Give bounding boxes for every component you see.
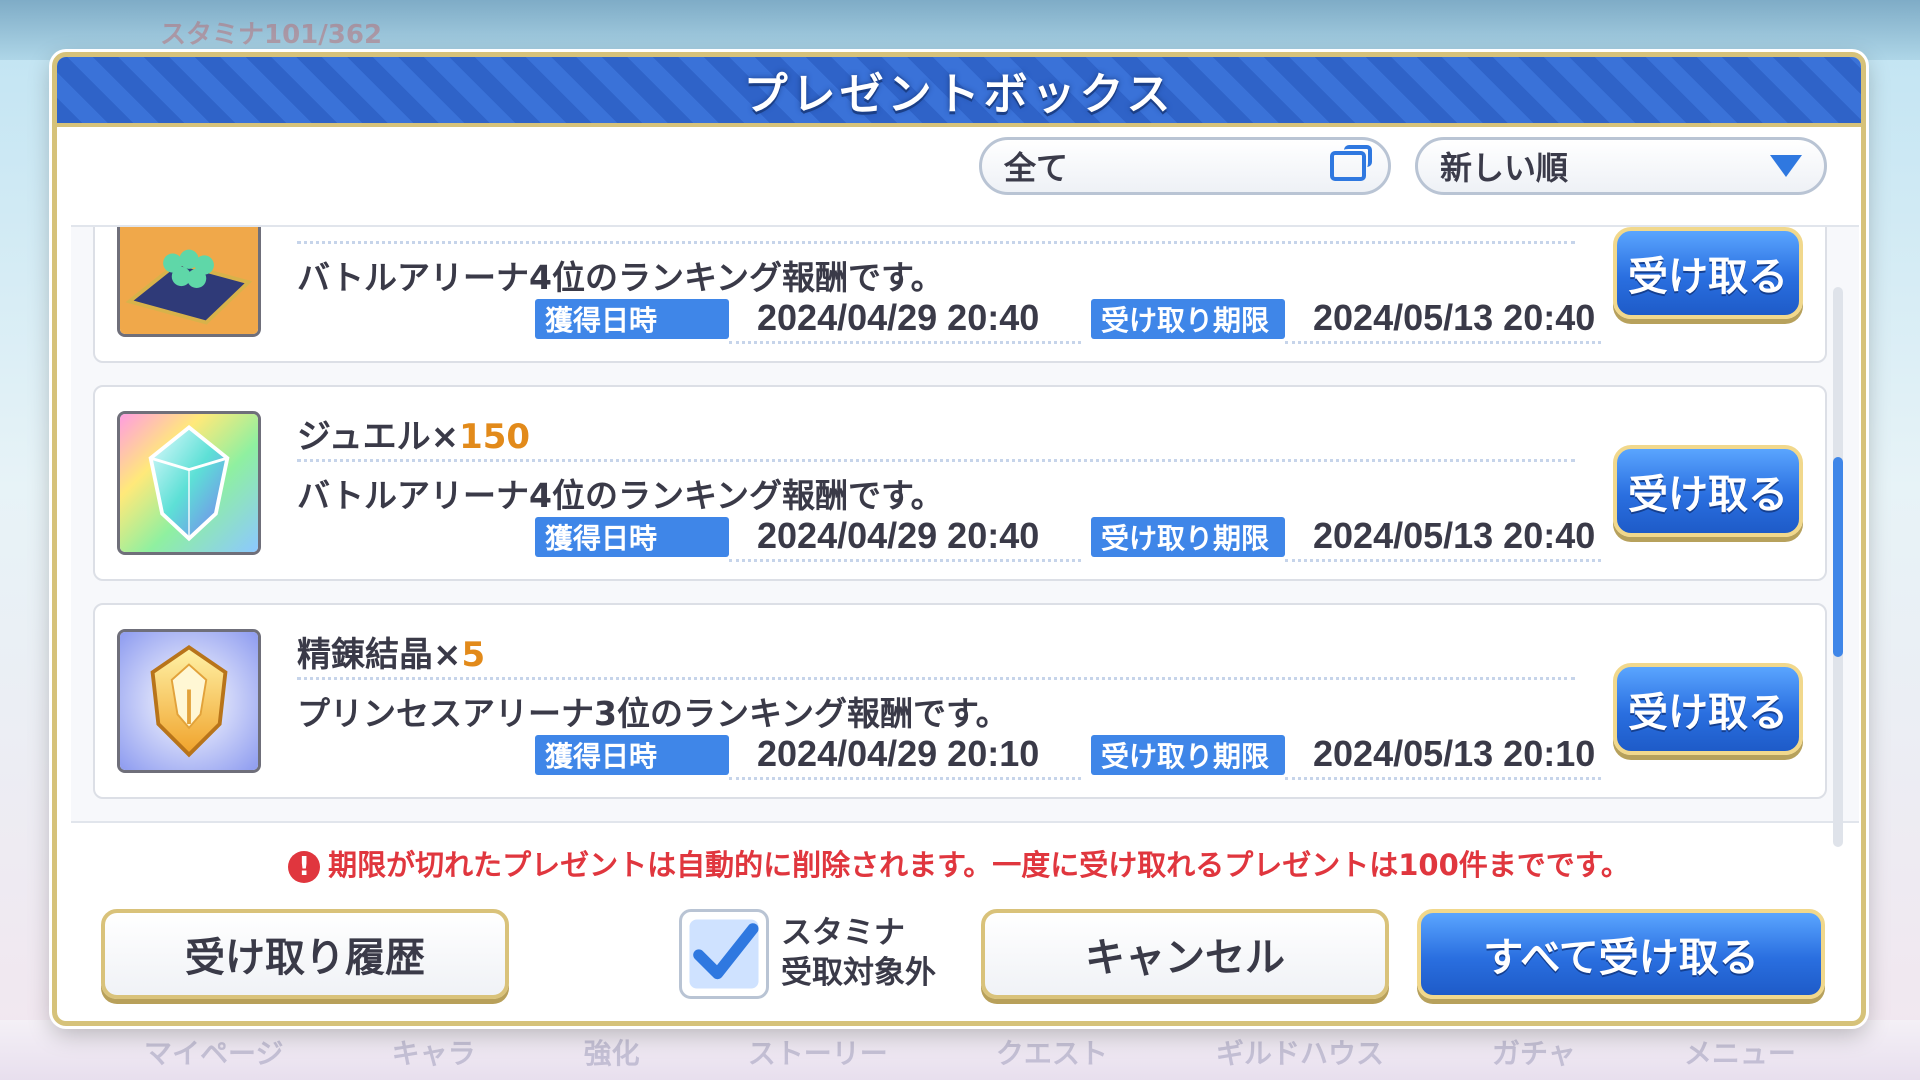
present-box-dialog: プレゼントボックス 全て 新しい順 バトルアリーナ4位のランキング報酬です。 獲…: [52, 52, 1866, 1026]
nav-item: キャラ: [391, 1037, 476, 1070]
deadline-label: 受け取り期限: [1091, 735, 1285, 775]
acquired-date: 2024/04/29 20:40: [757, 297, 1040, 338]
receive-button[interactable]: 受け取る: [1613, 445, 1803, 537]
item-name: ジュエル×150: [297, 409, 530, 458]
acquired-date: 2024/04/29 20:40: [757, 515, 1040, 556]
item-quantity: 5: [461, 635, 486, 675]
acquired-date-label: 獲得日時: [535, 517, 729, 557]
acquired-date-label: 獲得日時: [535, 299, 729, 339]
nav-item: 強化: [583, 1037, 640, 1070]
dialog-titlebar: プレゼントボックス: [57, 57, 1861, 127]
item-description: バトルアリーナ4位のランキング報酬です。: [297, 476, 944, 515]
nav-item: マイページ: [144, 1037, 284, 1070]
stamina-readout: スタミナ101/362: [160, 20, 383, 50]
present-item: バトルアリーナ4位のランキング報酬です。 獲得日時 2024/04/29 20:…: [93, 227, 1827, 363]
item-dates: 獲得日時 2024/04/29 20:10 受け取り期限 2024/05/13 …: [535, 733, 1601, 780]
sort-order-label: 新しい順: [1440, 149, 1569, 187]
list-scrollbar-thumb[interactable]: [1833, 457, 1843, 657]
deadline-label: 受け取り期限: [1091, 517, 1285, 557]
category-filter-dropdown[interactable]: 全て: [979, 137, 1391, 195]
refine-crystal-icon: [117, 629, 261, 773]
item-name-text: ジュエル×: [297, 417, 460, 457]
item-divider: [297, 459, 1575, 462]
nav-item: クエスト: [995, 1037, 1108, 1070]
item-description: バトルアリーナ4位のランキング報酬です。: [297, 258, 944, 297]
nav-item: メニュー: [1683, 1037, 1796, 1070]
receive-button[interactable]: 受け取る: [1613, 663, 1803, 755]
receive-all-button[interactable]: すべて受け取る: [1417, 909, 1825, 999]
item-dates: 獲得日時 2024/04/29 20:40 受け取り期限 2024/05/13 …: [535, 297, 1601, 344]
item-description: プリンセスアリーナ3位のランキング報酬です。: [297, 694, 1009, 733]
present-item: [93, 821, 1827, 823]
stamina-exclude-label: スタミナ 受取対象外: [781, 913, 936, 993]
chevron-down-icon: [1770, 155, 1802, 177]
mana-gem-pile-icon: [117, 227, 261, 337]
rainbow-jewel-icon: [117, 411, 261, 555]
nav-item: ギルドハウス: [1215, 1037, 1384, 1070]
deadline-label: 受け取り期限: [1091, 299, 1285, 339]
game-nav-bar: マイページ キャラ 強化 ストーリー クエスト ギルドハウス ガチャ メニュー: [90, 1032, 1850, 1072]
acquired-date: 2024/04/29 20:10: [757, 733, 1040, 774]
item-dates: 獲得日時 2024/04/29 20:40 受け取り期限 2024/05/13 …: [535, 515, 1601, 562]
nav-item: ガチャ: [1492, 1037, 1576, 1070]
stamina-exclude-label-line2: 受取対象外: [781, 955, 936, 991]
deadline-date: 2024/05/13 20:10: [1313, 733, 1596, 774]
stamina-exclude-checkbox[interactable]: [679, 909, 769, 999]
filter-select-icon: [1330, 145, 1372, 181]
present-item: ジュエル×150 バトルアリーナ4位のランキング報酬です。 獲得日時 2024/…: [93, 385, 1827, 581]
acquired-date-label: 獲得日時: [535, 735, 729, 775]
dialog-title: プレゼントボックス: [743, 69, 1175, 120]
present-item: 精錬結晶×5 プリンセスアリーナ3位のランキング報酬です。 獲得日時 2024/…: [93, 603, 1827, 799]
stamina-exclude-label-line1: スタミナ: [781, 915, 905, 951]
warning-icon: !: [288, 851, 321, 883]
item-divider: [297, 241, 1575, 244]
checkmark-icon: [689, 919, 759, 989]
deadline-date: 2024/05/13 20:40: [1313, 515, 1596, 556]
present-list[interactable]: バトルアリーナ4位のランキング報酬です。 獲得日時 2024/04/29 20:…: [71, 225, 1859, 823]
category-filter-label: 全て: [1004, 149, 1069, 187]
receive-button[interactable]: 受け取る: [1613, 227, 1803, 319]
expiry-notice-text: 期限が切れたプレゼントは自動的に削除されます。一度に受け取れるプレゼントは100…: [328, 848, 1630, 882]
item-name: 精錬結晶×5: [297, 627, 485, 676]
cancel-button[interactable]: キャンセル: [981, 909, 1389, 999]
item-quantity: 150: [459, 417, 531, 457]
expiry-notice: ! 期限が切れたプレゼントは自動的に削除されます。一度に受け取れるプレゼントは10…: [57, 842, 1861, 884]
item-name-text: 精錬結晶×: [297, 635, 462, 675]
nav-item: ストーリー: [747, 1037, 888, 1070]
deadline-date: 2024/05/13 20:40: [1313, 297, 1596, 338]
item-divider: [297, 677, 1575, 680]
receive-history-button[interactable]: 受け取り履歴: [101, 909, 509, 999]
sort-order-dropdown[interactable]: 新しい順: [1415, 137, 1827, 195]
